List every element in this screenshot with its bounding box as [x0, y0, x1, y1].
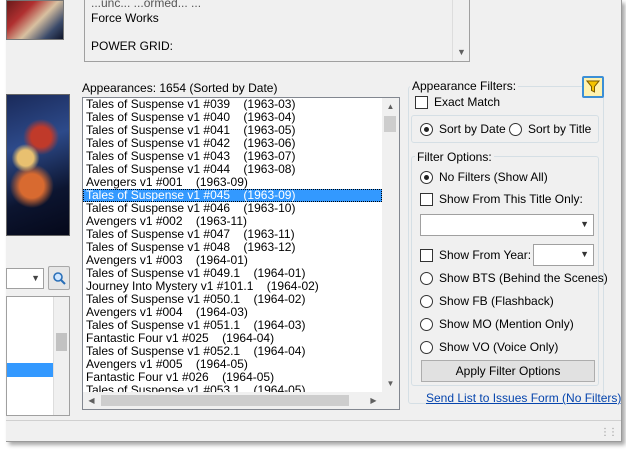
scroll-down-icon[interactable]: ▼ [382, 375, 399, 392]
info-scrollbar[interactable]: ▼ [452, 0, 469, 61]
no-filters-label: No Filters (Show All) [439, 170, 548, 184]
no-filters-dot[interactable] [420, 170, 433, 184]
scroll-left-icon[interactable]: ◀ [83, 392, 100, 409]
search-icon [53, 272, 66, 285]
show-fb-dot[interactable] [420, 294, 433, 308]
sort-by-title-radio[interactable]: Sort by Title [509, 122, 591, 136]
send-list-link[interactable]: Send List to Issues Form (No Filters) [426, 391, 621, 405]
filter-options-title: Filter Options: [415, 150, 494, 164]
show-mo-label: Show MO (Mention Only) [439, 317, 574, 331]
appearances-vscrollbar[interactable]: ▲ ▼ [382, 98, 399, 392]
show-bts-dot[interactable] [420, 271, 433, 285]
exact-match-checkbox[interactable]: Exact Match [415, 95, 500, 109]
character-info-textbox[interactable]: ...unc... ...ormed... ... Force Works PO… [84, 0, 470, 62]
chevron-down-icon: ▼ [580, 219, 589, 229]
year-dropdown[interactable]: ▼ [533, 244, 594, 266]
show-vo-label: Show VO (Voice Only) [439, 340, 559, 354]
appearances-hscrollbar[interactable]: ◀ ▶ [83, 392, 382, 409]
exact-match-box[interactable] [415, 95, 428, 109]
appearances-count-label: Appearances: 1654 (Sorted by Date) [82, 81, 278, 95]
scroll-down-icon[interactable]: ▼ [457, 47, 466, 57]
show-vo-dot[interactable] [420, 340, 433, 354]
info-line-power-grid: POWER GRID: [91, 39, 174, 53]
chevron-down-icon: ▼ [580, 249, 589, 259]
vscroll-thumb[interactable] [384, 116, 396, 132]
left-search-button[interactable] [48, 266, 70, 290]
sort-by-title-label: Sort by Title [528, 122, 592, 136]
show-from-title-checkbox[interactable]: Show From This Title Only: [420, 192, 583, 206]
hscroll-thumb[interactable] [101, 395, 349, 406]
appearances-rows: Tales of Suspense v1 #039 (1963-03) Tales… [83, 98, 382, 392]
sort-by-date-label: Sort by Date [439, 122, 506, 136]
scroll-up-icon[interactable]: ▲ [382, 98, 399, 115]
filter-toggle-button[interactable] [582, 76, 604, 98]
show-vo-radio[interactable]: Show VO (Voice Only) [420, 340, 558, 354]
cover-thumbnail-top [6, 0, 64, 40]
resize-grip-icon[interactable]: ⋮⋮ [600, 427, 618, 438]
show-mo-dot[interactable] [420, 317, 433, 331]
appearance-filters-title: Appearance Filters: [410, 79, 519, 93]
form-scroll-strip [584, 0, 602, 62]
exact-match-label: Exact Match [434, 95, 501, 109]
title-dropdown[interactable]: ▼ [420, 214, 594, 236]
sort-by-title-dot[interactable] [509, 122, 522, 136]
funnel-icon [586, 80, 600, 93]
apply-filter-options-button[interactable]: Apply Filter Options [421, 360, 595, 382]
sort-by-date-radio[interactable]: Sort by Date [420, 122, 506, 136]
info-line-partial: ...unc... ...ormed... ... [91, 0, 202, 10]
show-bts-label: Show BTS (Behind the Scenes) [439, 271, 608, 285]
show-mo-radio[interactable]: Show MO (Mention Only) [420, 317, 574, 331]
show-from-title-box[interactable] [420, 192, 433, 206]
show-bts-radio[interactable]: Show BTS (Behind the Scenes) [420, 271, 608, 285]
list-item[interactable]: Tales of Suspense v1 #053.1 (1964-05) [83, 384, 382, 393]
left-dropdown[interactable]: ▼ [6, 268, 44, 289]
sort-by-date-dot[interactable] [420, 122, 433, 136]
info-line-team: Force Works [91, 11, 159, 25]
show-from-year-checkbox[interactable]: Show From Year: [420, 248, 531, 262]
no-filters-radio[interactable]: No Filters (Show All) [420, 170, 548, 184]
app-window: ▼ ...unc... ...ormed... ... Force Works … [6, 0, 622, 442]
left-list-scrollbar[interactable] [53, 297, 69, 415]
show-from-year-box[interactable] [420, 248, 433, 262]
status-bar: ⋮⋮ [6, 420, 621, 441]
scroll-right-icon[interactable]: ▶ [365, 392, 382, 409]
left-list[interactable] [6, 296, 70, 416]
chevron-down-icon: ▼ [31, 273, 40, 283]
show-from-year-label: Show From Year: [439, 248, 532, 262]
left-list-selected-item[interactable] [7, 363, 53, 377]
scroll-corner [382, 392, 399, 409]
show-fb-radio[interactable]: Show FB (Flashback) [420, 294, 554, 308]
appearances-listbox[interactable]: Tales of Suspense v1 #039 (1963-03) Tales… [82, 97, 400, 410]
show-from-title-label: Show From This Title Only: [439, 192, 583, 206]
cover-image [6, 94, 70, 236]
show-fb-label: Show FB (Flashback) [439, 294, 554, 308]
